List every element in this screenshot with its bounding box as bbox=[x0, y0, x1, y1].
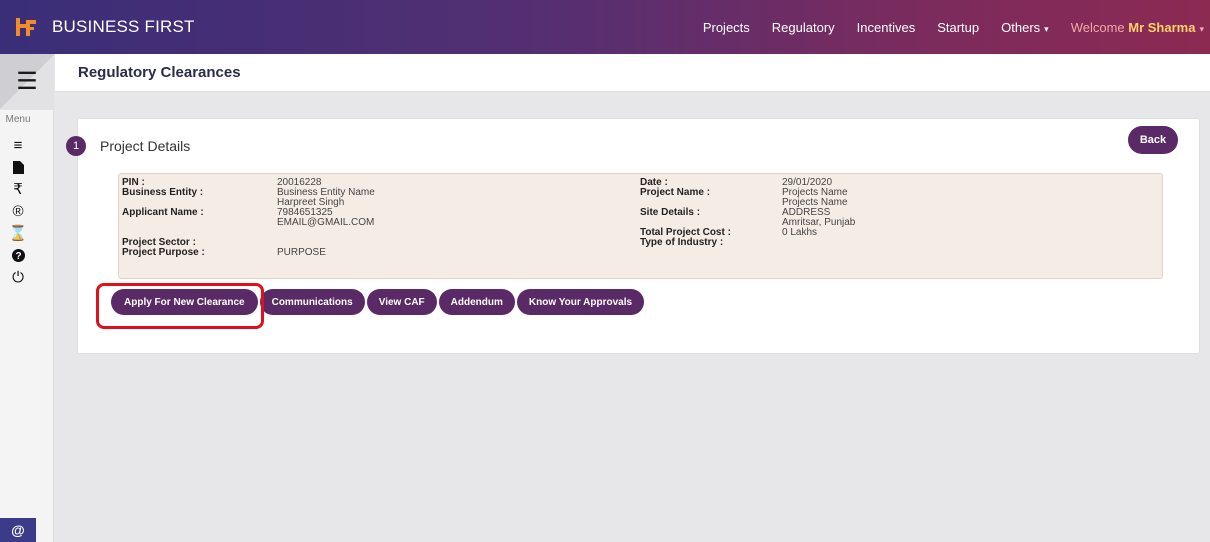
sidebar-icon-list: ≡ ₹ ® ⌛ ? ⏻ bbox=[0, 134, 36, 288]
nav-regulatory[interactable]: Regulatory bbox=[772, 20, 835, 35]
detail-label: Applicant Name : bbox=[122, 207, 204, 218]
registered-icon[interactable]: ® bbox=[0, 200, 36, 222]
rupee-icon[interactable]: ₹ bbox=[0, 178, 36, 200]
page-title: Regulatory Clearances bbox=[78, 64, 241, 81]
nav-projects[interactable]: Projects bbox=[703, 20, 750, 35]
user-caret-icon: ▾ bbox=[1199, 23, 1204, 34]
detail-label bbox=[122, 218, 272, 228]
detail-label: Type of Industry : bbox=[640, 237, 724, 248]
addendum-button[interactable]: Addendum bbox=[438, 289, 515, 315]
brand-name[interactable]: BUSINESS FIRST bbox=[52, 17, 195, 37]
right-values: 29/01/2020 Projects Name Projects Name A… bbox=[782, 178, 982, 248]
detail-label: Site Details : bbox=[640, 207, 701, 218]
detail-label: Project Name : bbox=[640, 187, 711, 198]
main-nav: Projects Regulatory Incentives Startup O… bbox=[703, 0, 1210, 54]
detail-value bbox=[782, 238, 982, 248]
menu-label: Menu bbox=[5, 114, 31, 125]
user-name: Mr Sharma bbox=[1128, 19, 1196, 35]
list-menu-icon: ☰ bbox=[16, 68, 38, 95]
top-navbar: BUSINESS FIRST Projects Regulatory Incen… bbox=[0, 0, 1210, 54]
hourglass-icon[interactable]: ⌛ bbox=[0, 222, 36, 244]
left-values: 20016228 Business Entity Name Harpreet S… bbox=[277, 178, 477, 258]
caret-down-icon: ▾ bbox=[1044, 23, 1049, 34]
left-labels: PIN : Business Entity : Applicant Name :… bbox=[122, 178, 272, 258]
page-header: Regulatory Clearances bbox=[55, 54, 1210, 92]
project-details-table: PIN : Business Entity : Applicant Name :… bbox=[118, 173, 1163, 279]
detail-label: Project Purpose : bbox=[122, 247, 205, 258]
detail-value: PURPOSE bbox=[277, 247, 326, 258]
nav-others-label: Others bbox=[1001, 19, 1041, 35]
right-labels: Date : Project Name : Site Details : Tot… bbox=[640, 178, 790, 248]
list-icon[interactable]: ≡ bbox=[0, 134, 36, 156]
sidebar: ☰ Menu ≡ ₹ ® ⌛ ? ⏻ @ bbox=[0, 54, 54, 542]
nav-others[interactable]: Others ▾ bbox=[1001, 20, 1049, 35]
highlight-box bbox=[96, 283, 264, 329]
know-your-approvals-button[interactable]: Know Your Approvals bbox=[516, 289, 645, 315]
power-icon[interactable]: ⏻ bbox=[0, 266, 36, 288]
view-caf-button[interactable]: View CAF bbox=[366, 289, 437, 315]
user-menu[interactable]: Welcome Mr Sharma ▾ bbox=[1071, 20, 1204, 35]
nav-startup[interactable]: Startup bbox=[937, 20, 979, 35]
file-icon[interactable] bbox=[0, 156, 36, 178]
detail-value: EMAIL@GMAIL.COM bbox=[277, 217, 375, 228]
detail-label: Business Entity : bbox=[122, 187, 204, 198]
welcome-prefix: Welcome bbox=[1070, 19, 1125, 35]
nav-incentives[interactable]: Incentives bbox=[857, 20, 916, 35]
brand-logo-icon[interactable] bbox=[0, 0, 52, 54]
sidebar-toggle[interactable]: ☰ bbox=[0, 54, 54, 110]
step-badge: 1 bbox=[66, 136, 86, 156]
communications-button[interactable]: Communications bbox=[259, 289, 365, 315]
detail-value: 0 Lakhs bbox=[782, 227, 818, 238]
svg-text:?: ? bbox=[15, 251, 21, 262]
card-title: Project Details bbox=[100, 138, 191, 154]
back-button[interactable]: Back bbox=[1128, 126, 1178, 154]
detail-value bbox=[277, 228, 477, 238]
help-icon[interactable]: ? bbox=[0, 244, 36, 266]
at-sign-icon[interactable]: @ bbox=[0, 518, 36, 542]
